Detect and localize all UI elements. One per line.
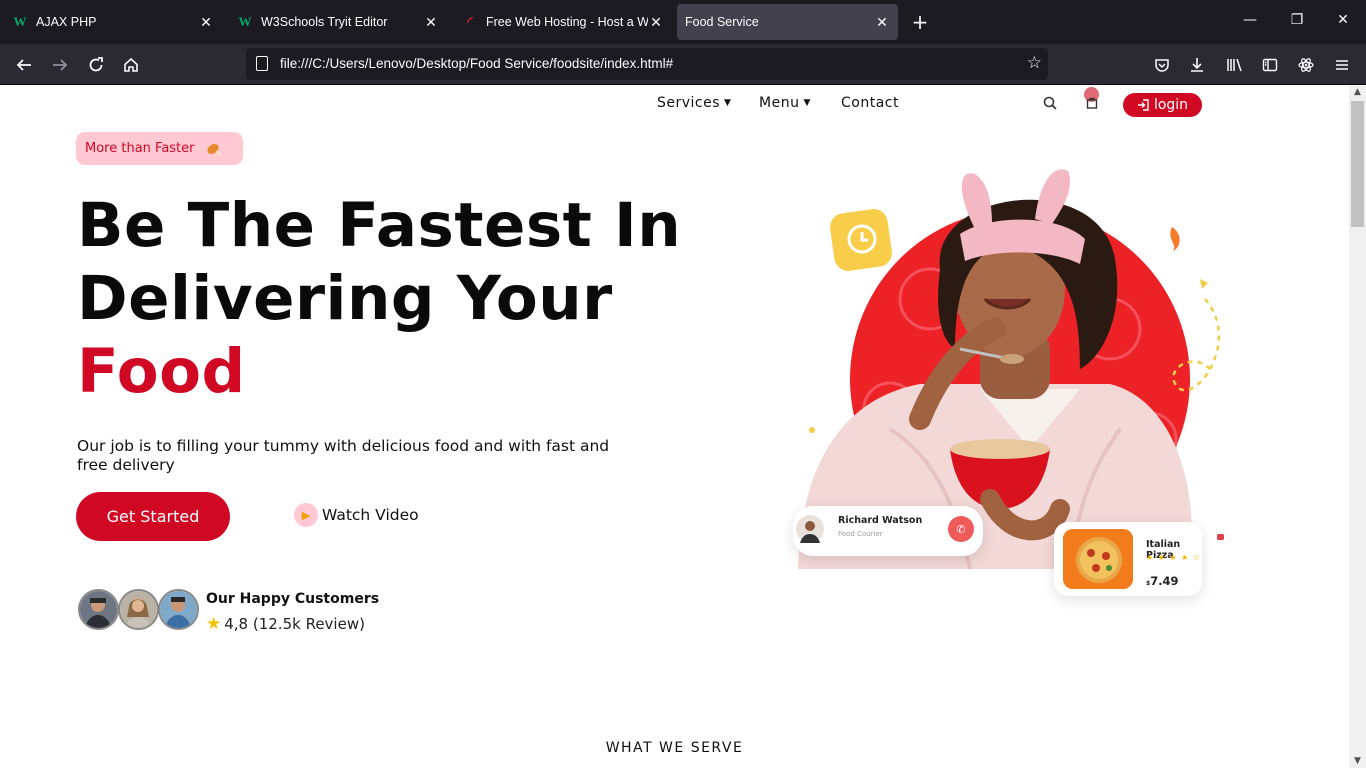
close-window-icon[interactable]: ✕ bbox=[1333, 12, 1353, 28]
sidebar-icon[interactable] bbox=[1259, 54, 1281, 76]
watch-video-button[interactable]: ▶ Watch Video bbox=[294, 503, 419, 527]
get-started-button[interactable]: Get Started bbox=[76, 492, 230, 541]
new-tab-button[interactable]: + bbox=[908, 10, 932, 34]
pizza-image bbox=[1063, 529, 1133, 589]
search-icon[interactable] bbox=[1043, 96, 1057, 114]
web-page: Services ▼ Menu ▼ Contact login More tha… bbox=[0, 85, 1349, 768]
avatar bbox=[118, 589, 159, 630]
page-scrollbar[interactable]: ▲ ▼ bbox=[1349, 85, 1366, 768]
avatar bbox=[78, 589, 119, 630]
star-icon: ★ bbox=[206, 614, 222, 634]
customers-title: Our Happy Customers bbox=[206, 591, 380, 607]
tagline-text: More than Faster bbox=[85, 141, 195, 156]
scroll-down-icon[interactable]: ▼ bbox=[1349, 756, 1366, 766]
browser-tab-bar: W AJAX PHP ✕ W W3Schools Tryit Editor ✕ … bbox=[0, 0, 1366, 44]
login-label: login bbox=[1153, 97, 1189, 113]
close-icon[interactable]: ✕ bbox=[423, 14, 439, 31]
courier-role: Food Courier bbox=[838, 530, 883, 538]
customer-avatars bbox=[78, 589, 199, 630]
tab-free-web-hosting[interactable]: ◜ Free Web Hosting - Host a Web ✕ bbox=[454, 4, 672, 40]
tab-w3schools-tryit[interactable]: W W3Schools Tryit Editor ✕ bbox=[229, 4, 447, 40]
play-icon: ▶ bbox=[294, 503, 318, 527]
tab-title: Food Service bbox=[685, 15, 759, 29]
downloads-icon[interactable] bbox=[1186, 54, 1208, 76]
restore-icon[interactable]: ❐ bbox=[1287, 12, 1307, 28]
chicken-leg-icon bbox=[206, 143, 222, 156]
scroll-up-icon[interactable]: ▲ bbox=[1349, 87, 1366, 97]
address-bar[interactable]: file:///C:/Users/Lenovo/Desktop/Food Ser… bbox=[246, 48, 1048, 80]
headline-line-1: Be The Fastest In bbox=[77, 190, 682, 261]
dish-card: Italian Pizza ★ ★ ★ ★ ☆ $7.49 bbox=[1054, 522, 1202, 596]
tab-ajax-php[interactable]: W AJAX PHP ✕ bbox=[4, 4, 222, 40]
avatar bbox=[158, 589, 199, 630]
dish-stars: ★ ★ ★ ★ ☆ bbox=[1146, 553, 1202, 562]
login-button[interactable]: login bbox=[1123, 93, 1202, 117]
w3schools-icon: W bbox=[13, 14, 27, 29]
pocket-icon[interactable] bbox=[1151, 54, 1173, 76]
tab-title: Free Web Hosting - Host a Web bbox=[486, 15, 648, 29]
hero-headline: Be The Fastest In Delivering Your Food bbox=[77, 189, 681, 408]
cart-icon[interactable] bbox=[1086, 97, 1098, 113]
forward-icon[interactable] bbox=[49, 54, 71, 76]
scrollbar-thumb[interactable] bbox=[1351, 101, 1364, 227]
hamburger-menu-icon[interactable] bbox=[1331, 54, 1353, 76]
courier-card: Richard Watson Food Courier ✆ bbox=[793, 506, 983, 556]
close-icon[interactable]: ✕ bbox=[198, 14, 214, 31]
dish-price: $7.49 bbox=[1146, 574, 1179, 588]
tab-title: W3Schools Tryit Editor bbox=[261, 15, 388, 29]
reload-icon[interactable] bbox=[85, 54, 107, 76]
headline-line-2: Delivering Your bbox=[77, 263, 613, 334]
url-text[interactable]: file:///C:/Users/Lenovo/Desktop/Food Ser… bbox=[280, 56, 673, 71]
chevron-down-icon: ▼ bbox=[803, 98, 811, 108]
w3schools-icon: W bbox=[238, 14, 252, 29]
react-devtools-icon[interactable] bbox=[1295, 54, 1317, 76]
page-icon bbox=[256, 56, 268, 71]
headline-line-3: Food bbox=[77, 336, 246, 407]
courier-name: Richard Watson bbox=[838, 515, 923, 526]
back-icon[interactable] bbox=[13, 54, 35, 76]
hero-description: Our job is to filling your tummy with de… bbox=[77, 437, 610, 474]
tab-title: AJAX PHP bbox=[36, 15, 97, 29]
avatar bbox=[796, 515, 824, 543]
rating-text: 4,8 (12.5k Review) bbox=[224, 615, 365, 633]
hosting-icon: ◜ bbox=[467, 14, 473, 29]
minimize-icon[interactable]: — bbox=[1240, 12, 1260, 28]
tagline-pill: More than Faster bbox=[76, 132, 243, 165]
login-icon bbox=[1137, 99, 1149, 111]
customers-rating: ★ 4,8 (12.5k Review) bbox=[206, 614, 365, 634]
nav-services[interactable]: Services ▼ bbox=[657, 95, 731, 111]
nav-menu-label: Menu bbox=[759, 95, 800, 111]
section-heading: WHAT WE SERVE bbox=[605, 740, 744, 756]
nav-menu[interactable]: Menu ▼ bbox=[759, 95, 811, 111]
close-icon[interactable]: ✕ bbox=[874, 14, 890, 31]
nav-services-label: Services bbox=[657, 95, 721, 111]
nav-contact[interactable]: Contact bbox=[841, 95, 899, 111]
bookmark-star-icon[interactable]: ☆ bbox=[1027, 53, 1042, 73]
watch-video-label: Watch Video bbox=[322, 506, 419, 524]
chevron-down-icon: ▼ bbox=[724, 98, 732, 108]
phone-icon: ✆ bbox=[948, 516, 974, 542]
tab-food-service[interactable]: Food Service ✕ bbox=[677, 4, 898, 40]
close-icon[interactable]: ✕ bbox=[648, 14, 664, 31]
nav-contact-label: Contact bbox=[841, 95, 899, 111]
library-icon[interactable] bbox=[1224, 54, 1246, 76]
price-value: 7.49 bbox=[1150, 574, 1179, 588]
home-icon[interactable] bbox=[120, 54, 142, 76]
